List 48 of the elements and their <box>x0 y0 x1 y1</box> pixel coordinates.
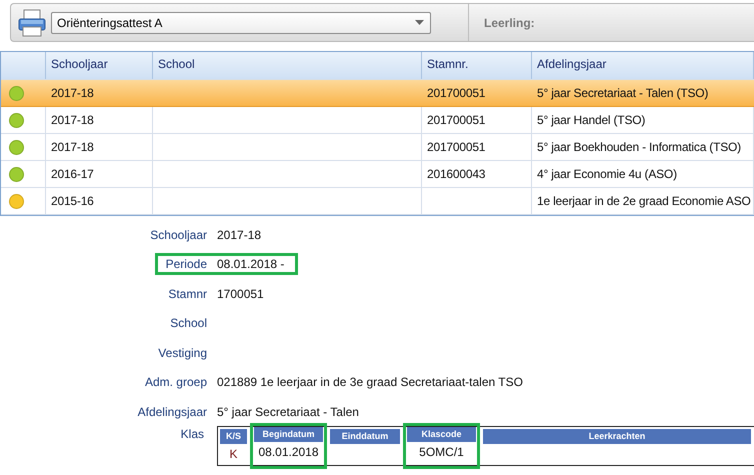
table-cell: 2017-18 <box>51 140 94 154</box>
field-label: Afdelingsjaar <box>138 404 207 419</box>
field-value: 08.01.2018 - <box>217 257 284 272</box>
report-select[interactable]: Oriënteringsattest A <box>51 12 431 34</box>
table-cell: 2017-18 <box>51 113 94 127</box>
column-header: Leerkrachten <box>483 428 751 444</box>
student-label: Leerling: <box>484 16 535 30</box>
table-cell: 201700051 <box>427 86 486 100</box>
field-label: Adm. groep <box>144 375 207 390</box>
table-row[interactable]: 2015-16 1e leerjaar in de 2e graad Economie ASO <box>1 188 754 215</box>
field-value: 021889 1e leerjaar in de 3e graad Secretariaat-talen TSO <box>217 375 523 390</box>
column-header[interactable]: School <box>153 52 422 79</box>
field-label: Schooljaar <box>150 228 207 242</box>
column-header[interactable]: Afdelingsjaar <box>532 52 754 79</box>
column-header[interactable]: Schooljaar <box>46 52 153 79</box>
table-row[interactable]: 2017-18 201700051 5° jaar Boekhouden - Informatica (TSO) <box>1 134 754 161</box>
column-header: K/S <box>220 428 247 444</box>
table-cell-text: 08.01.2018 <box>257 444 320 458</box>
table-row[interactable]: 2016-17 201600043 4° jaar Economie 4u (ASO) <box>1 161 754 188</box>
table-cell: 201600043 <box>427 167 486 181</box>
column-header: Einddatum <box>330 428 400 444</box>
field-label: Vestiging <box>158 346 207 360</box>
field-value: 2017-18 <box>217 228 262 242</box>
field-label: Periode <box>166 257 207 272</box>
table-cell-text: 5OMC/1 <box>418 444 465 458</box>
field-label: Klas <box>180 426 205 440</box>
table-row[interactable]: 2017-18 201700051 5° jaar Handel (TSO) <box>1 107 754 134</box>
printer-icon[interactable] <box>17 8 47 38</box>
table-cell: 1e leerjaar in de 2e graad Economie ASO <box>537 194 751 208</box>
column-header[interactable]: Stamnr. <box>422 52 532 79</box>
table-cell: 2017-18 <box>51 86 94 100</box>
table-cell: 5° jaar Secretariaat - Talen (TSO) <box>537 86 708 100</box>
dropdown-arrow-icon <box>415 20 424 25</box>
table-cell: 4° jaar Economie 4u (ASO) <box>537 167 677 181</box>
field-value: 5° jaar Secretariaat - Talen <box>217 404 359 419</box>
field-label: Stamnr <box>168 286 207 301</box>
table-cell: 201700051 <box>427 113 486 127</box>
table-cell: 2016-17 <box>51 167 94 181</box>
field-label: School <box>170 316 207 330</box>
column-header: Begindatum <box>254 426 323 442</box>
table-cell: 2015-16 <box>51 194 94 208</box>
table-cell-text: K <box>228 446 238 460</box>
table-cell: 5° jaar Handel (TSO) <box>537 113 646 127</box>
field-value: 1700051 <box>217 286 264 301</box>
table-row[interactable]: 2017-18 201700051 5° jaar Secretariaat - Talen (TSO) <box>1 80 754 107</box>
table-cell: 201700051 <box>427 140 486 154</box>
column-header: Klascode <box>407 426 476 442</box>
table-cell: 5° jaar Boekhouden - Informatica (TSO) <box>537 140 741 154</box>
